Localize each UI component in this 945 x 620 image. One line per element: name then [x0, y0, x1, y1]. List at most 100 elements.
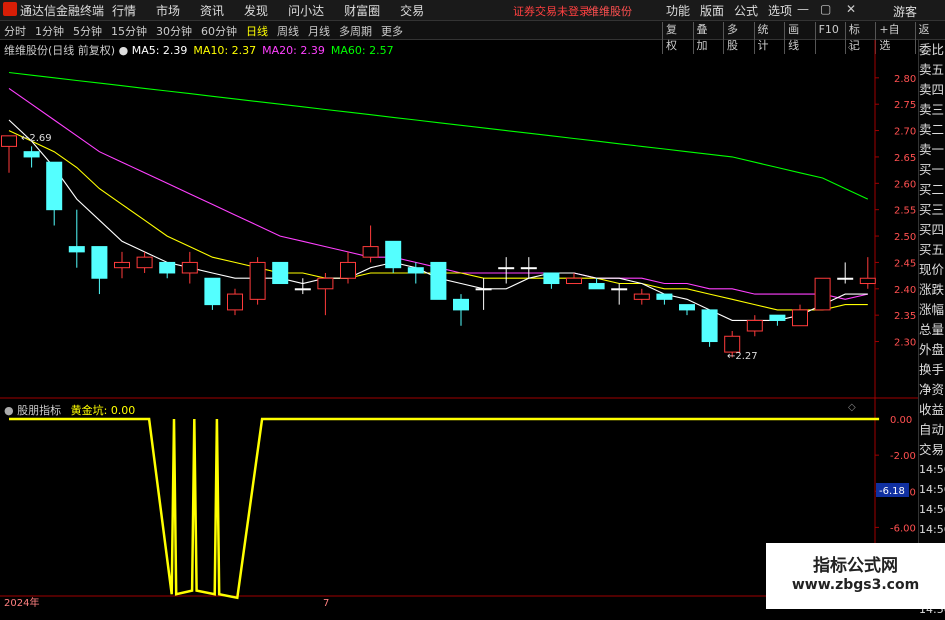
nav-item-3[interactable]: 发现	[244, 2, 268, 19]
candle	[679, 304, 695, 316]
candle	[159, 261, 176, 279]
period-toolbar: 分时 1分钟 5分钟 15分钟 30分钟 60分钟 日线 周线 月线 多周期 更多 复权 叠加 多股 统计…	[0, 21, 945, 54]
trade-time-3: 14:56	[919, 523, 945, 536]
candle	[249, 257, 266, 305]
chart-tools: 复权叠加多股统计画线F10标记+自选返回	[662, 22, 945, 54]
candle	[181, 251, 198, 284]
right-nav-item-2[interactable]: 公式	[734, 2, 758, 19]
quote-panel: 委比 卖五 卖四 卖三 卖二 卖一 买一 买二 买三 买四 买五 现价 涨跌 涨幅 总量 外盘 换手 净资 收益 自动…	[918, 40, 945, 616]
tool-button-3[interactable]: 统计	[753, 22, 782, 54]
osc-tick-label: -2.00	[890, 451, 916, 462]
nav-item-6[interactable]: 交易	[400, 2, 424, 19]
period-tab-3[interactable]: 15分钟	[111, 23, 147, 39]
y-tick-label: 2.65	[894, 153, 916, 164]
nav-item-2[interactable]: 资讯	[200, 2, 224, 19]
osc-tick-label: 0.00	[890, 415, 912, 426]
watermark: 指标公式网 www.zbgs3.com	[766, 543, 945, 609]
quote-field-19: 自动	[919, 422, 945, 437]
candle	[114, 251, 130, 279]
quote-field-2: 卖四	[919, 82, 945, 97]
title-bar: 通达信金融终端 行情 市场 资讯 发现 问小达 财富圈 交易 证券交易未登录 维维股份 功能…	[0, 0, 945, 21]
period-tab-10[interactable]: 更多	[381, 23, 403, 39]
trade-time-1: 14:56	[919, 483, 945, 496]
nav-item-5[interactable]: 财富圈	[344, 2, 380, 19]
quote-field-10: 买五	[919, 242, 945, 257]
ma-line-ma20	[8, 87, 868, 300]
quote-field-4: 卖二	[919, 122, 945, 137]
candle	[859, 257, 876, 289]
guest-label[interactable]: 游客	[893, 3, 917, 20]
period-tab-1[interactable]: 1分钟	[35, 23, 64, 39]
y-tick-label: 2.80	[894, 74, 916, 85]
tool-button-1[interactable]: 叠加	[692, 22, 721, 54]
candle	[520, 257, 537, 279]
tool-button-5[interactable]: F10	[814, 22, 842, 54]
x-label-month: 7	[323, 598, 329, 609]
window-stock-title: 维维股份	[588, 5, 632, 18]
candle	[1, 135, 17, 173]
candle	[792, 304, 808, 327]
period-tab-6[interactable]: 日线	[246, 23, 268, 39]
quote-field-11: 现价	[919, 262, 945, 277]
ma-line-ma60	[8, 71, 869, 200]
quote-field-13: 涨幅	[919, 302, 945, 317]
main-chart-info: 维维股份(日线 前复权) ● MA5: 2.39 MA10: 2.37 MA20: …	[4, 42, 400, 58]
candle	[68, 209, 85, 268]
candle	[46, 161, 63, 226]
tool-button-0[interactable]: 复权	[662, 22, 690, 54]
top-nav: 行情 市场 资讯 发现 问小达 财富圈 交易	[112, 2, 444, 19]
ma-name: MA5	[131, 44, 156, 57]
period-tabs: 分时 1分钟 5分钟 15分钟 30分钟 60分钟 日线 周线 月线 多周期 更多	[4, 23, 412, 39]
nav-item-1[interactable]: 市场	[156, 2, 180, 19]
quote-field-0: 委比	[919, 42, 945, 57]
ma-name: MA60	[330, 44, 362, 57]
period-tab-2[interactable]: 5分钟	[73, 23, 102, 39]
minimize-icon[interactable]: —	[797, 2, 809, 16]
period-tab-5[interactable]: 60分钟	[201, 23, 237, 39]
candle	[385, 240, 402, 273]
candle	[543, 272, 560, 289]
oscillator-info: ● 股朋指标 黄金坑: 0.00	[4, 404, 136, 417]
cursor-value-box	[876, 483, 909, 497]
candle	[430, 261, 447, 300]
nav-item-4[interactable]: 问小达	[288, 2, 324, 19]
tool-button-6[interactable]: 标记	[844, 22, 873, 54]
candle	[407, 262, 424, 284]
period-tab-0[interactable]: 分时	[4, 23, 26, 39]
candle	[136, 251, 153, 273]
ma-legend: ● MA5: 2.39 MA10: 2.37 MA20: 2.39 MA60: 2.5…	[119, 44, 400, 57]
ma-settings-icon[interactable]: ●	[119, 44, 132, 57]
y-tick-label: 2.35	[894, 311, 916, 322]
candle	[294, 278, 311, 295]
ma-value: 2.57	[369, 44, 394, 57]
watermark-title: 指标公式网	[813, 556, 898, 576]
candle	[611, 283, 628, 305]
candle	[91, 246, 108, 295]
quote-field-7: 买二	[919, 182, 945, 197]
right-nav-item-1[interactable]: 版面	[700, 2, 724, 19]
y-tick-label: 2.55	[894, 206, 916, 217]
period-tab-9[interactable]: 多周期	[339, 23, 372, 39]
settings-circle-icon[interactable]: ●	[4, 404, 14, 417]
ma-legend-ma5: MA5: 2.39	[131, 44, 188, 57]
right-nav: 功能 版面 公式 选项	[666, 2, 802, 19]
period-tab-7[interactable]: 周线	[277, 23, 299, 39]
tool-button-2[interactable]: 多股	[723, 22, 751, 54]
candle	[814, 277, 831, 311]
period-tab-8[interactable]: 月线	[308, 23, 330, 39]
close-icon[interactable]: ✕	[846, 2, 856, 16]
candle	[701, 309, 718, 347]
tool-button-7[interactable]: +自选	[875, 22, 911, 54]
trade-login-warning[interactable]: 证券交易未登录	[513, 3, 590, 19]
period-tab-4[interactable]: 30分钟	[156, 23, 192, 39]
y-tick-label: 2.70	[894, 127, 916, 138]
candle	[272, 261, 289, 285]
right-nav-item-0[interactable]: 功能	[666, 2, 690, 19]
trade-time-0: 14:56	[919, 463, 945, 476]
maximize-icon[interactable]: ▢	[820, 2, 831, 16]
tool-button-4[interactable]: 画线	[784, 22, 812, 54]
ma-line-ma10	[8, 130, 868, 311]
quote-field-1: 卖五	[919, 62, 945, 77]
right-nav-item-3[interactable]: 选项	[768, 2, 792, 19]
nav-item-0[interactable]: 行情	[112, 2, 136, 19]
